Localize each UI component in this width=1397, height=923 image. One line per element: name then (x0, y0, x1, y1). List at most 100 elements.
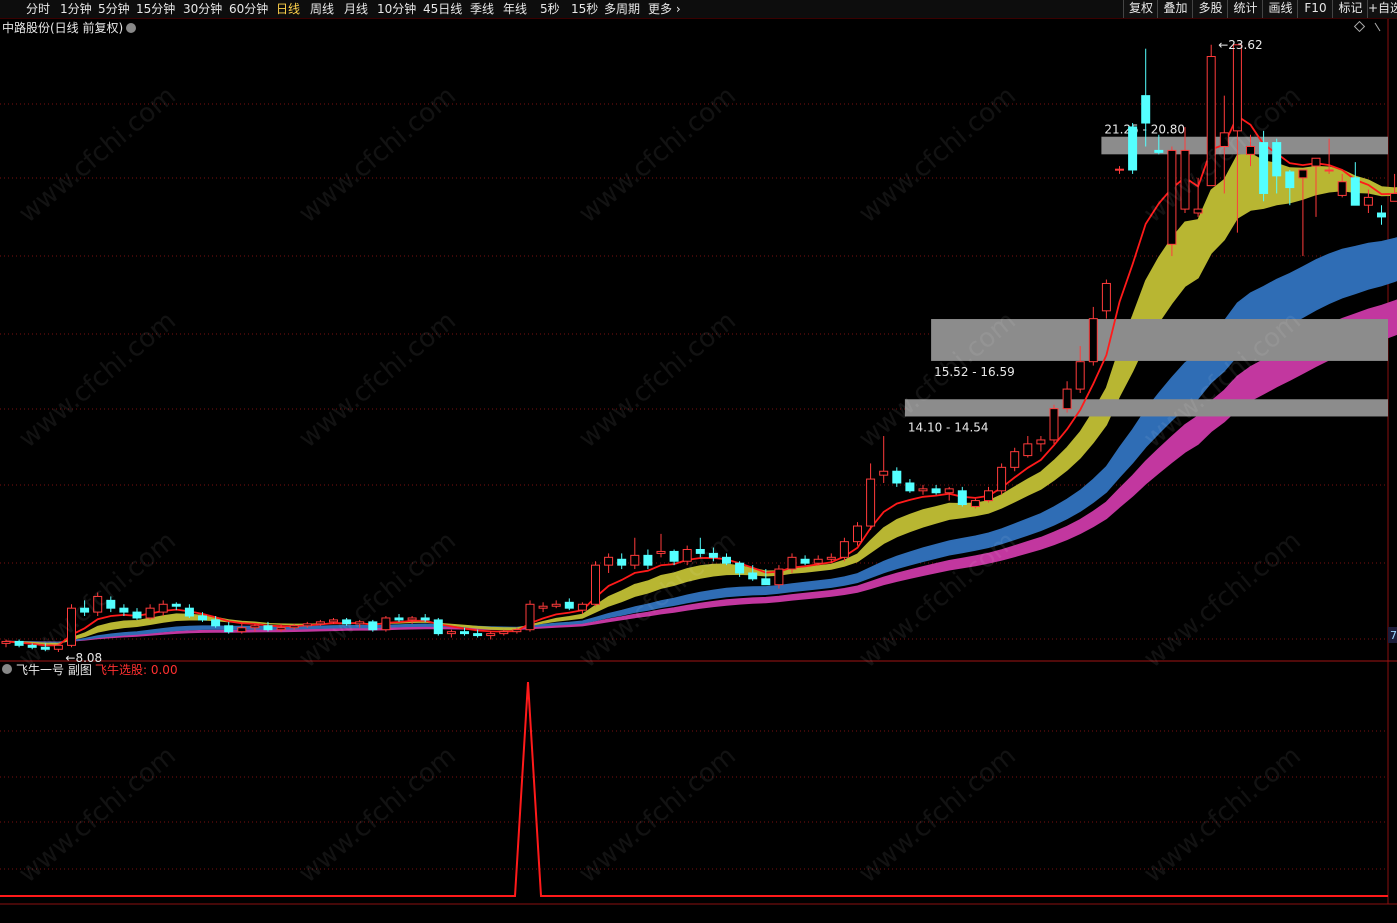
candle-103[interactable] (1350, 162, 1360, 206)
candle-40[interactable] (525, 600, 535, 632)
candle-43[interactable] (564, 598, 574, 611)
candle-66[interactable] (866, 463, 876, 530)
candle-7[interactable] (93, 592, 103, 617)
candle-46[interactable] (604, 553, 614, 573)
period-2[interactable]: 5分钟 (98, 1, 130, 17)
candle-69[interactable] (905, 479, 915, 493)
candle-86[interactable] (1128, 123, 1138, 174)
period-14[interactable]: 15秒 (571, 1, 598, 17)
candle-30[interactable] (394, 614, 404, 622)
toolbar-button-2[interactable]: 多股 (1192, 0, 1228, 18)
candle-89[interactable] (1167, 146, 1177, 257)
period-3[interactable]: 15分钟 (136, 1, 175, 17)
period-5[interactable]: 60分钟 (229, 1, 268, 17)
candle-13[interactable] (171, 602, 181, 611)
candle-50[interactable] (656, 533, 666, 558)
candle-body-86 (1128, 126, 1138, 171)
chart-area[interactable]: 21.25 - 20.8015.52 - 16.5914.10 - 14.54 … (0, 19, 1397, 923)
candle-78[interactable] (1023, 436, 1033, 458)
candle-84[interactable] (1101, 279, 1111, 319)
candle-53[interactable] (695, 537, 705, 558)
candle-81[interactable] (1062, 381, 1072, 413)
candle-10[interactable] (132, 608, 142, 620)
candle-41[interactable] (538, 602, 548, 613)
period-4[interactable]: 30分钟 (183, 1, 222, 17)
candle-77[interactable] (1010, 447, 1020, 472)
period-0[interactable]: 分时 (26, 1, 50, 17)
candle-42[interactable] (551, 600, 561, 609)
candle-6[interactable] (80, 600, 90, 617)
candle-body-70 (918, 488, 928, 492)
toolbar-button-6[interactable]: 标记 (1332, 0, 1368, 18)
candle-47[interactable] (617, 553, 627, 570)
candle-65[interactable] (853, 522, 862, 546)
candle-67[interactable] (879, 436, 889, 483)
candle-48[interactable] (630, 537, 640, 570)
candle-body-22 (289, 625, 299, 629)
candle-70[interactable] (918, 484, 928, 495)
candle-76[interactable] (997, 463, 1007, 495)
candle-14[interactable] (184, 604, 194, 618)
period-11[interactable]: 季线 (470, 1, 494, 17)
period-1[interactable]: 1分钟 (60, 1, 92, 17)
candle-29[interactable] (381, 616, 391, 632)
candle-26[interactable] (342, 617, 352, 626)
toolbar-button-5[interactable]: F10 (1297, 0, 1333, 18)
sub-panel-menu-icon[interactable] (2, 664, 12, 674)
candle-54[interactable] (708, 547, 718, 562)
candle-73[interactable] (957, 486, 967, 507)
candle-52[interactable] (682, 545, 692, 566)
period-12[interactable]: 年线 (503, 1, 527, 17)
candle-55[interactable] (722, 553, 731, 566)
candle-37[interactable] (486, 631, 496, 640)
candle-1[interactable] (14, 639, 24, 648)
toolbar-button-0[interactable]: 复权 (1123, 0, 1158, 18)
period-7[interactable]: 周线 (310, 1, 334, 17)
main-panel-menu-icon[interactable] (126, 23, 136, 33)
candle-11[interactable] (145, 604, 155, 620)
signal-plot (0, 681, 1388, 897)
candle-33[interactable] (433, 617, 443, 636)
candle-18[interactable] (237, 623, 247, 634)
candle-49[interactable] (643, 549, 653, 570)
resize-icon[interactable] (1374, 22, 1381, 32)
candle-body-20 (263, 625, 273, 631)
period-16[interactable]: 更多 › (648, 1, 681, 17)
candle-80[interactable] (1049, 404, 1059, 444)
toolbar-button-7[interactable]: +自选 (1367, 0, 1397, 18)
candle-85[interactable] (1115, 166, 1124, 174)
toolbar-button-4[interactable]: 画线 (1262, 0, 1298, 18)
candle-5[interactable] (67, 604, 76, 648)
period-10[interactable]: 45日线 (423, 1, 462, 17)
candle-83[interactable] (1088, 306, 1098, 366)
diamond-icon[interactable] (1353, 20, 1366, 33)
candle-74[interactable] (970, 498, 980, 509)
candle-79[interactable] (1036, 436, 1046, 452)
candle-28[interactable] (368, 619, 378, 632)
candle-64[interactable] (839, 537, 849, 562)
period-13[interactable]: 5秒 (540, 1, 560, 17)
candle-8[interactable] (106, 596, 116, 613)
candle-body-7 (93, 595, 103, 613)
period-9[interactable]: 10分钟 (377, 1, 416, 17)
candle-61[interactable] (800, 555, 810, 566)
candle-92[interactable] (1206, 44, 1216, 187)
candle-34[interactable] (446, 629, 456, 638)
candle-45[interactable] (591, 561, 600, 607)
candle-body-61 (800, 558, 810, 564)
candle-71[interactable] (931, 484, 941, 495)
period-15[interactable]: 多周期 (604, 1, 640, 17)
period-6[interactable]: 日线 (276, 1, 300, 17)
candle-62[interactable] (813, 555, 823, 566)
candle-body-42 (551, 603, 561, 607)
period-8[interactable]: 月线 (344, 1, 368, 17)
toolbar-button-3[interactable]: 统计 (1227, 0, 1263, 18)
candle-17[interactable] (224, 621, 234, 634)
candle-68[interactable] (892, 467, 902, 487)
candle-75[interactable] (984, 486, 993, 503)
toolbar-button-1[interactable]: 叠加 (1157, 0, 1193, 18)
candle-105[interactable] (1377, 205, 1386, 225)
candle-12[interactable] (158, 600, 168, 617)
candle-0[interactable] (1, 639, 11, 648)
candle-59[interactable] (774, 565, 784, 589)
